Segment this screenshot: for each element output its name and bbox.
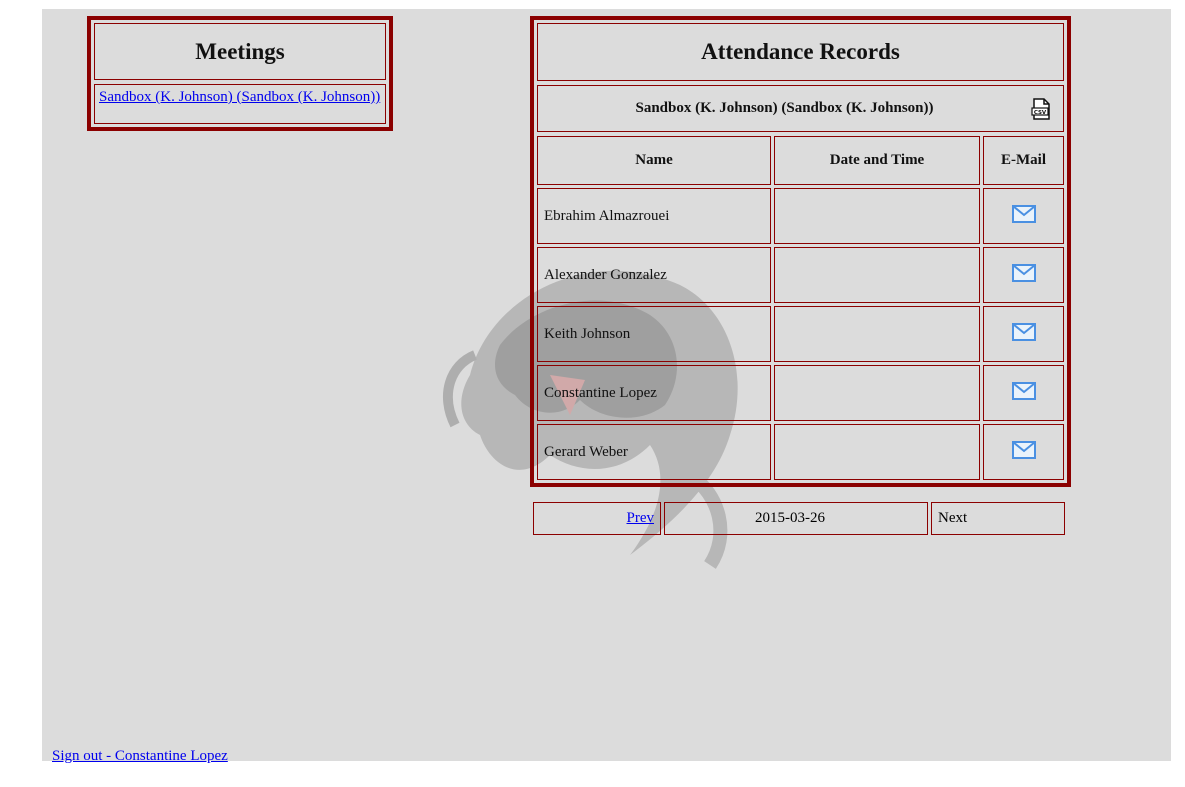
meeting-link[interactable]: Sandbox (K. Johnson) (Sandbox (K. Johnso…	[99, 89, 380, 105]
signout-link[interactable]: Sign out - Constantine Lopez	[52, 748, 228, 765]
csv-file-icon[interactable]: CSV	[1031, 98, 1051, 120]
attendee-name: Gerard Weber	[537, 424, 771, 480]
attendee-datetime	[774, 424, 980, 480]
attendee-name: Alexander Gonzalez	[537, 247, 771, 303]
meetings-panel: Meetings Sandbox (K. Johnson) (Sandbox (…	[87, 16, 393, 131]
email-cell	[983, 365, 1064, 421]
meetings-title: Meetings	[94, 23, 386, 80]
attendee-name: Keith Johnson	[537, 306, 771, 362]
envelope-icon[interactable]	[1011, 381, 1036, 400]
email-cell	[983, 424, 1064, 480]
envelope-icon[interactable]	[1011, 263, 1036, 282]
table-row: Gerard Weber	[537, 424, 1064, 480]
column-header-name[interactable]: Name	[537, 136, 771, 185]
pager-prev-cell: Prev	[533, 502, 661, 535]
attendee-datetime	[774, 188, 980, 244]
pager-next: Next	[931, 502, 1065, 535]
attendee-datetime	[774, 365, 980, 421]
envelope-icon[interactable]	[1011, 440, 1036, 459]
attendee-name: Ebrahim Almazrouei	[537, 188, 771, 244]
envelope-icon[interactable]	[1011, 322, 1036, 341]
attendee-datetime	[774, 306, 980, 362]
attendance-table: Name Date and Time E-Mail Ebrahim Almazr…	[534, 133, 1067, 483]
email-cell	[983, 188, 1064, 244]
date-pager: Prev 2015-03-26 Next	[533, 502, 1065, 535]
svg-text:CSV: CSV	[1034, 110, 1047, 116]
table-row: Alexander Gonzalez	[537, 247, 1064, 303]
column-header-datetime[interactable]: Date and Time	[774, 136, 980, 185]
meeting-name: Sandbox (K. Johnson) (Sandbox (K. Johnso…	[635, 100, 934, 116]
attendance-panel: Attendance Records Sandbox (K. Johnson) …	[530, 16, 1071, 487]
table-header-row: Name Date and Time E-Mail	[537, 136, 1064, 185]
attendance-title: Attendance Records	[537, 23, 1064, 81]
attendee-name: Constantine Lopez	[537, 365, 771, 421]
table-row: Ebrahim Almazrouei	[537, 188, 1064, 244]
meeting-header: Sandbox (K. Johnson) (Sandbox (K. Johnso…	[537, 85, 1064, 132]
pager-date: 2015-03-26	[664, 502, 928, 535]
column-header-email[interactable]: E-Mail	[983, 136, 1064, 185]
email-cell	[983, 247, 1064, 303]
table-row: Keith Johnson	[537, 306, 1064, 362]
envelope-icon[interactable]	[1011, 204, 1036, 223]
attendee-datetime	[774, 247, 980, 303]
email-cell	[983, 306, 1064, 362]
table-row: Constantine Lopez	[537, 365, 1064, 421]
meeting-list-item: Sandbox (K. Johnson) (Sandbox (K. Johnso…	[94, 84, 386, 124]
prev-link[interactable]: Prev	[627, 510, 655, 527]
